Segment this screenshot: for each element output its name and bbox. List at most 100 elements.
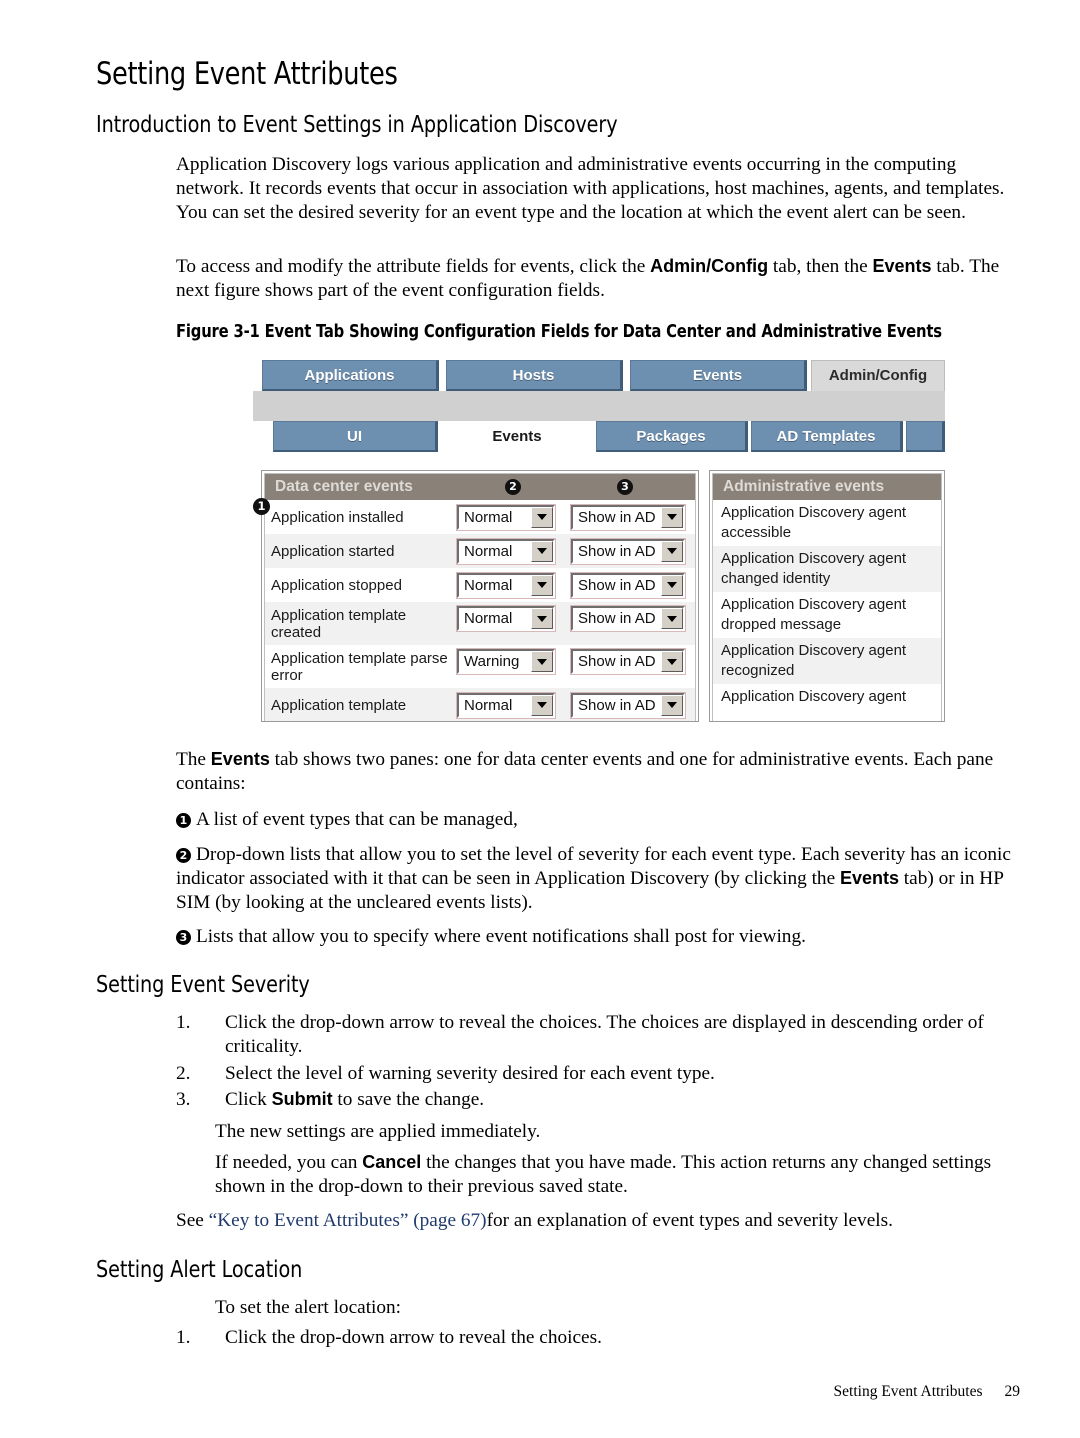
severity-value: Normal bbox=[464, 576, 513, 594]
list-item: 1. Click the drop-down arrow to reveal t… bbox=[176, 1011, 1026, 1059]
severity-cell: Normal bbox=[456, 691, 571, 719]
list-item: Application Discovery agent changed iden… bbox=[713, 546, 941, 592]
events-emphasis: Events bbox=[872, 256, 932, 276]
figure-caption: Figure 3-1 Event Tab Showing Configurati… bbox=[176, 322, 942, 342]
callout-item-3: 3 Lists that allow you to specify where e… bbox=[176, 925, 1024, 949]
location-select[interactable]: Show in AD bbox=[570, 648, 686, 675]
chevron-down-icon[interactable] bbox=[661, 651, 683, 672]
subtab-events[interactable]: Events bbox=[441, 421, 593, 452]
event-name: Application started bbox=[271, 542, 395, 560]
submit-emphasis: Submit bbox=[271, 1089, 333, 1110]
cancel-note-a: If needed, you can bbox=[215, 1152, 363, 1173]
alert-lead: To set the alert location: bbox=[215, 1297, 402, 1318]
location-select[interactable]: Show in AD bbox=[570, 503, 686, 531]
tab-events[interactable]: Events bbox=[630, 360, 807, 391]
list-number: 1. bbox=[176, 1012, 191, 1033]
footer-title: Setting Event Attributes bbox=[833, 1383, 983, 1400]
subtab-packages[interactable]: Packages bbox=[596, 421, 748, 452]
xref-see: See bbox=[176, 1210, 209, 1231]
list-item: Application Discovery agent recognized bbox=[713, 638, 941, 684]
table-row: Application template Normal Show in AD bbox=[265, 688, 695, 721]
chevron-down-icon[interactable] bbox=[661, 540, 683, 562]
location-cell: Show in AD bbox=[570, 645, 686, 675]
location-value: Show in AD bbox=[578, 508, 656, 526]
subtab-ui[interactable]: UI bbox=[273, 421, 438, 452]
event-config-panes: Data center events 2 3 Application insta… bbox=[261, 470, 945, 722]
chevron-down-icon[interactable] bbox=[531, 506, 553, 528]
location-value: Show in AD bbox=[578, 576, 656, 594]
callout-badge-3: 3 bbox=[617, 479, 633, 495]
callout-item-1-text: A list of event types that can be manage… bbox=[196, 809, 518, 830]
event-name: Application template bbox=[271, 696, 407, 714]
events-emphasis-2: Events bbox=[210, 749, 270, 769]
page-footer: Setting Event Attributes 29 bbox=[834, 1383, 1020, 1401]
sub-tab-bar: UI Events Packages AD Templates bbox=[253, 421, 945, 454]
severity-cell: Normal bbox=[456, 503, 571, 531]
chevron-down-icon[interactable] bbox=[531, 694, 553, 716]
chevron-down-icon[interactable] bbox=[531, 540, 553, 562]
tab-hosts[interactable]: Hosts bbox=[446, 360, 623, 391]
severity-select[interactable]: Normal bbox=[456, 605, 556, 632]
cancel-emphasis: Cancel bbox=[362, 1152, 422, 1172]
events-emphasis-3: Events bbox=[839, 867, 899, 888]
chevron-down-icon[interactable] bbox=[531, 608, 553, 629]
subtab-overflow[interactable] bbox=[906, 421, 945, 452]
table-row: Application template created Normal Show… bbox=[265, 602, 695, 645]
severity-select[interactable]: Normal bbox=[456, 571, 556, 599]
severity-value: Normal bbox=[464, 508, 513, 526]
severity-cell: Warning bbox=[456, 645, 571, 675]
administrative-events-header-label: Administrative events bbox=[723, 478, 885, 495]
subtab-ad-templates[interactable]: AD Templates bbox=[751, 421, 903, 452]
callout-badge-3-text: 3 bbox=[176, 930, 191, 945]
chevron-down-icon[interactable] bbox=[661, 694, 683, 716]
list-item: 2. Select the level of warning severity … bbox=[176, 1062, 1026, 1086]
list-item: Application Discovery agent bbox=[713, 684, 941, 721]
chevron-down-icon[interactable] bbox=[661, 608, 683, 629]
severity-value: Warning bbox=[464, 653, 520, 670]
location-value: Show in AD bbox=[578, 653, 656, 670]
list-item-text-a: Click bbox=[225, 1089, 272, 1111]
tab-band-filler bbox=[253, 391, 945, 421]
severity-select[interactable]: Normal bbox=[456, 691, 556, 719]
cancel-note: If needed, you can Cancel the changes th… bbox=[215, 1151, 1025, 1199]
severity-steps-list: 1. Click the drop-down arrow to reveal t… bbox=[176, 1011, 1026, 1115]
callout-badge-2: 2 bbox=[505, 479, 521, 495]
administrative-events-pane: Administrative events Application Discov… bbox=[709, 470, 945, 722]
intro-p2-part-a: To access and modify the attribute field… bbox=[176, 256, 651, 277]
intro-paragraph-2: To access and modify the attribute field… bbox=[176, 255, 1021, 303]
callout-badge-2-text: 2 bbox=[176, 848, 191, 863]
location-cell: Show in AD bbox=[570, 602, 686, 632]
list-item-text-c: to save the change. bbox=[332, 1089, 485, 1111]
tab-applications[interactable]: Applications bbox=[262, 360, 439, 391]
callout-badge-1-text: 1 bbox=[176, 813, 191, 828]
tab-admin-config[interactable]: Admin/Config bbox=[811, 360, 945, 391]
chevron-down-icon[interactable] bbox=[661, 574, 683, 596]
event-name: Application template parse error bbox=[271, 649, 448, 684]
location-select[interactable]: Show in AD bbox=[570, 605, 686, 632]
location-select[interactable]: Show in AD bbox=[570, 537, 686, 565]
chevron-down-icon[interactable] bbox=[531, 574, 553, 596]
xref-link[interactable]: “Key to Event Attributes” (page 67) bbox=[209, 1210, 487, 1231]
chevron-down-icon[interactable] bbox=[661, 506, 683, 528]
severity-select[interactable]: Warning bbox=[456, 648, 556, 675]
location-select[interactable]: Show in AD bbox=[570, 571, 686, 599]
data-center-pane-inner: Data center events 2 3 Application insta… bbox=[264, 473, 696, 721]
panes-lead-paragraph: The Events tab shows two panes: one for … bbox=[176, 748, 1021, 796]
severity-select[interactable]: Normal bbox=[456, 503, 556, 531]
table-row: Application stopped Normal Show in AD bbox=[265, 568, 695, 602]
table-row: Application installed Normal Show in AD bbox=[265, 500, 695, 534]
section-heading-alert: Setting Alert Location bbox=[96, 1257, 303, 1283]
location-value: Show in AD bbox=[578, 610, 656, 627]
severity-cell: Normal bbox=[456, 602, 571, 632]
settings-applied-note: The new settings are applied immediately… bbox=[215, 1121, 541, 1142]
severity-select[interactable]: Normal bbox=[456, 537, 556, 565]
panes-lead-c: tab shows two panes: one for data center… bbox=[176, 749, 994, 794]
intro-paragraph-1: Application Discovery logs various appli… bbox=[176, 154, 1005, 223]
location-select[interactable]: Show in AD bbox=[570, 691, 686, 719]
administrative-events-header: Administrative events bbox=[713, 474, 941, 500]
chevron-down-icon[interactable] bbox=[531, 651, 553, 672]
list-number: 3. bbox=[176, 1089, 191, 1111]
page-title: Setting Event Attributes bbox=[96, 56, 398, 92]
callout-badge-1: 1 bbox=[253, 498, 270, 515]
data-center-events-header: Data center events 2 3 bbox=[265, 474, 695, 500]
